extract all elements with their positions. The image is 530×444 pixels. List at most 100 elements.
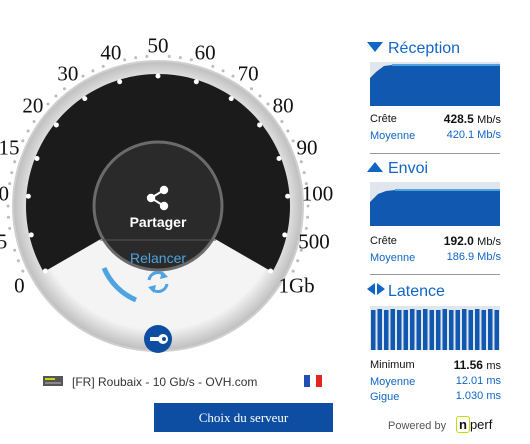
gauge-minor-tick [306,215,310,219]
gauge-minor-tick [189,58,193,62]
latency-bar [462,309,467,350]
upload-avg-row: Moyenne 186.9 Mb/s [370,251,501,267]
gauge-minor-tick [291,269,295,273]
gauge-major-tick [257,122,263,128]
gauge-minor-tick [296,259,300,263]
reception-peak-label: Crête [370,113,397,125]
gauge-scale-label: 0 [14,273,25,298]
reception-graph [370,62,500,106]
latency-bar [384,310,389,350]
latency-title: Latence [366,282,445,301]
download-triangle-icon [366,40,388,58]
latency-jitter-label: Gigue [370,391,400,403]
reception-title: Réception [366,40,460,58]
gauge-minor-tick [26,129,30,133]
gauge-major-tick [42,268,48,274]
latency-avg-value: 12.01 ms [455,375,501,387]
latency-bar [436,310,441,350]
latency-bar [416,310,421,350]
gauge-scale-label: 5 [0,229,8,254]
gauge-major-tick [285,193,291,199]
gauge-minor-tick [54,94,58,98]
server-name: [FR] Roubaix - 10 Gb/s - OVH.com [72,375,258,389]
gauge-scale-label: 20 [22,93,44,118]
upload-peak-value: 192.0 Mb/s [443,234,501,248]
choose-server-button[interactable]: Choix du serveur [154,403,333,432]
latency-min-value: 11.56 ms [453,358,501,372]
gauge-minor-tick [46,102,50,106]
latency-bar [481,310,486,350]
latency-min-row: Minimum 11.56 ms [370,358,501,374]
gauge-minor-tick [81,74,85,78]
gauge-minor-tick [266,102,270,106]
reception-avg-row: Moyenne 420.1 Mb/s [370,129,501,145]
gauge-minor-tick [221,69,225,73]
upload-title: Envoi [366,160,428,178]
upload-peak-label: Crête [370,235,397,247]
upload-triangle-icon [366,160,388,178]
gauge-major-tick [155,73,161,79]
gauge-scale-label: 50 [147,33,169,58]
speed-gauge: 05 10 1520 30 40 50 60 70 8090 100 500 1Gb Partager… [0,33,344,376]
gauge-minor-tick [13,160,17,164]
latency-bar [377,309,382,350]
reception-panel: Réception Crête 428.5 Mb/s Moyenne 420.1… [366,38,506,158]
latency-bar [488,309,493,350]
france-flag-icon [304,375,322,387]
latency-bar [397,310,402,350]
gauge-major-tick [268,268,274,274]
latency-bar [442,309,447,350]
gauge-minor-tick [302,171,306,175]
gauge-major-tick [228,96,234,102]
latency-bar [494,310,499,350]
gauge-major-tick [193,79,199,85]
gauge-minor-tick [13,248,17,252]
gauge-minor-tick [280,120,284,124]
upload-avg-value: 186.9 Mb/s [446,251,501,263]
gauge-minor-tick [16,259,20,263]
gauge-graphic [6,54,310,353]
gauge-minor-tick [286,129,290,133]
reception-peak-row: Crête 428.5 Mb/s [370,112,501,128]
gauge-minor-tick [32,120,36,124]
server-icon [43,376,63,386]
restart-button-label[interactable]: Relancer [130,250,186,266]
latency-jitter-value: 1.030 ms [455,390,501,402]
gauge-minor-tick [6,215,10,219]
gauge-scale-label: 70 [237,61,259,86]
gauge-scale-label: 15 [0,135,20,160]
latency-title-text: Latence [388,283,445,300]
settings-wrench-icon[interactable] [144,325,172,353]
gauge-major-tick [28,232,34,238]
gauge-minor-tick [134,56,138,60]
upload-peak-row: Crête 192.0 Mb/s [370,234,501,250]
gauge-minor-tick [62,87,66,91]
latency-bar [429,310,434,350]
reception-title-text: Réception [388,40,461,57]
gauge-minor-tick [178,56,182,60]
latency-bar [423,309,428,350]
gauge-scale-label: 80 [272,93,294,118]
server-info: [FR] Roubaix - 10 Gb/s - OVH.com [42,372,332,392]
nperf-logo[interactable]: n perf [456,416,492,433]
gauge-minor-tick [10,171,14,175]
latency-jitter-row: Gigue 1.030 ms [370,390,501,406]
latency-avg-label: Moyenne [370,376,416,388]
upload-graph [370,182,500,226]
share-button-label[interactable]: Partager [130,214,187,230]
latency-graph [370,306,500,350]
latency-avg-row: Moyenne 12.01 ms [370,375,501,391]
gauge-minor-tick [299,160,303,164]
latency-bar [475,309,480,350]
latency-bar [468,310,473,350]
latency-bar [371,310,376,350]
latency-bar [390,309,395,350]
reception-avg-label: Moyenne [370,130,416,142]
gauge-minor-tick [21,139,25,143]
gauge-major-tick [117,79,123,85]
latency-bar [449,310,454,350]
gauge-major-tick [34,156,40,162]
upload-panel: Envoi Crête 192.0 Mb/s Moyenne 186.9 Mb/… [366,160,506,280]
upload-avg-label: Moyenne [370,252,416,264]
gauge-scale-label: 500 [298,229,330,254]
